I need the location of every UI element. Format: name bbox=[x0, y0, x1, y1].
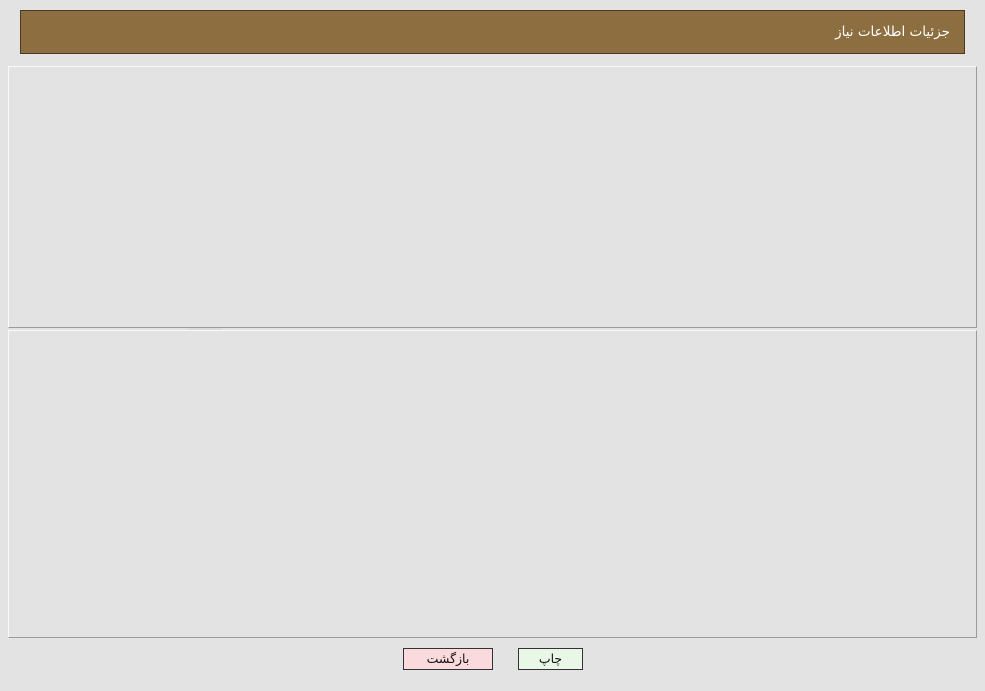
page-header: جزئیات اطلاعات نیاز bbox=[20, 10, 965, 54]
back-button[interactable]: بازگشت bbox=[403, 648, 493, 670]
print-button[interactable]: چاپ bbox=[518, 648, 583, 670]
page-root: AriaTender.net جزئیات اطلاعات نیاز شماره… bbox=[0, 0, 985, 691]
details-panel bbox=[8, 330, 977, 638]
page-title: جزئیات اطلاعات نیاز bbox=[835, 24, 950, 40]
need-info-panel bbox=[8, 66, 977, 328]
